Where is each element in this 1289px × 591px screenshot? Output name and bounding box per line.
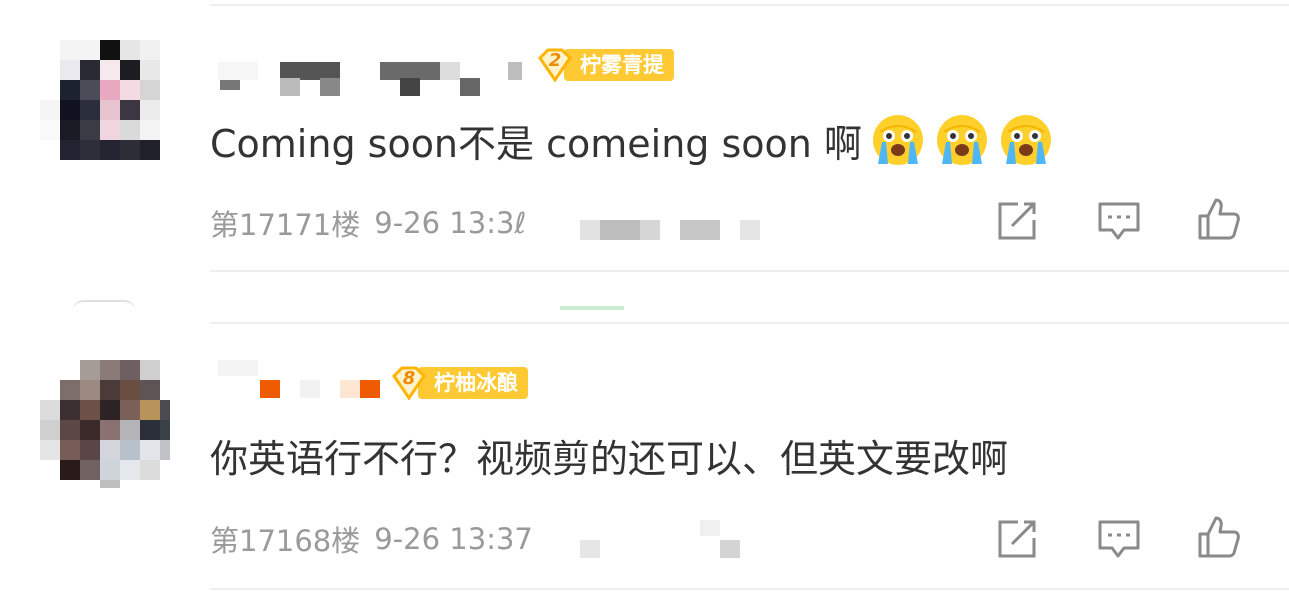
crying-face-icon <box>998 112 1054 168</box>
divider-top <box>210 4 1289 6</box>
badge-diamond-icon: 2 <box>536 48 574 82</box>
badge-level: 2 <box>548 50 562 71</box>
floor-number: 第17168楼 <box>210 524 361 558</box>
avatar[interactable] <box>40 358 170 488</box>
floor-number: 第17171楼 <box>210 208 361 242</box>
comment-text: 你英语行不行？视频剪的还可以、但英文要改啊 <box>210 437 1009 481</box>
fan-badge[interactable]: 2 柠雾青提 <box>536 48 674 82</box>
like-icon[interactable] <box>1196 196 1242 242</box>
divider <box>210 270 1289 272</box>
reply-icon[interactable] <box>1096 516 1142 562</box>
share-icon[interactable] <box>994 516 1040 562</box>
avatar[interactable] <box>40 38 170 168</box>
like-icon[interactable] <box>1196 514 1242 560</box>
comment-text: Coming soon不是 comeing soon 啊 <box>210 121 862 166</box>
comment-text-row: Coming soon不是 comeing soon 啊 <box>210 112 1054 168</box>
divider-bottom <box>210 588 1289 590</box>
timestamp: 9-26 13:37 <box>374 522 533 556</box>
comment-text-row: 你英语行不行？视频剪的还可以、但英文要改啊 <box>210 428 1008 483</box>
crying-face-icon <box>870 112 926 168</box>
share-icon[interactable] <box>994 198 1040 244</box>
badge-diamond-icon: 8 <box>390 366 428 400</box>
badge-name: 柠柚冰酿 <box>418 367 528 399</box>
comment-meta: 第17171楼 9-26 13:3ℓ <box>210 202 526 244</box>
reply-icon[interactable] <box>1096 198 1142 244</box>
fan-badge[interactable]: 8 柠柚冰酿 <box>390 366 528 400</box>
badge-level: 8 <box>402 368 416 389</box>
timestamp: 9-26 13:3ℓ <box>374 206 527 240</box>
crying-face-icon <box>934 112 990 168</box>
divider <box>210 322 1289 324</box>
comment-meta: 第17168楼 9-26 13:37 <box>210 518 533 560</box>
badge-name: 柠雾青提 <box>564 49 674 81</box>
